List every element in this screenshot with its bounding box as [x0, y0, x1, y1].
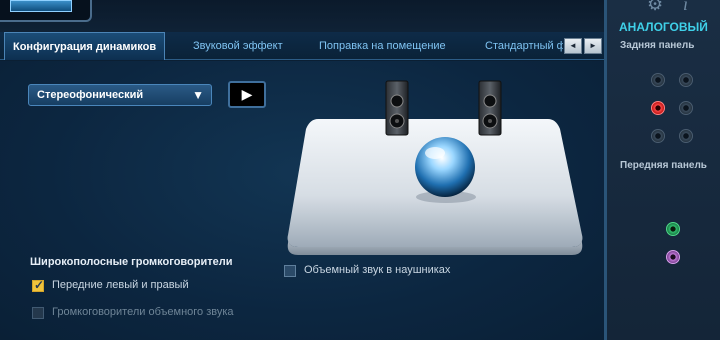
play-icon: ▶	[241, 86, 253, 102]
back-jack-6[interactable]	[679, 129, 693, 143]
tab-scroll-right-button[interactable]: ►	[584, 38, 602, 54]
tab-sound-effect[interactable]: Звуковой эффект	[193, 32, 283, 60]
analog-jack-panel: ⚙ i АНАЛОГОВЫЙ Задняя панель Передняя па…	[607, 0, 720, 340]
left-speaker-icon[interactable]	[385, 80, 409, 136]
tab-room-correction[interactable]: Поправка на помещение	[319, 32, 446, 60]
back-jack-1[interactable]	[651, 73, 665, 87]
play-test-button[interactable]: ▶	[228, 81, 266, 108]
headphone-surround-label: Объемный звук в наушниках	[304, 264, 451, 276]
speaker-config-select[interactable]: Стереофонический ▼	[28, 84, 212, 106]
back-panel-label: Задняя панель	[620, 40, 695, 51]
gear-icon[interactable]: ⚙	[647, 0, 663, 15]
tab-scroll-arrows: ◄ ►	[564, 38, 602, 54]
logo-glow-icon	[10, 0, 72, 12]
wideband-speakers-heading: Широкополосные громкоговорители	[30, 256, 233, 268]
headphone-surround-checkbox-row[interactable]: Объемный звук в наушниках	[284, 264, 484, 279]
back-jack-2[interactable]	[679, 73, 693, 87]
tab-scroll-left-button[interactable]: ◄	[564, 38, 582, 54]
top-strip	[0, 0, 610, 32]
back-jack-4[interactable]	[679, 101, 693, 115]
listener-sphere-icon	[415, 137, 475, 197]
front-lr-checkbox[interactable]	[32, 278, 44, 292]
logo-area	[0, 0, 92, 22]
back-jack-5[interactable]	[651, 129, 665, 143]
tab-bar: Конфигурация динамиков Звуковой эффект П…	[0, 32, 604, 60]
back-jack-red[interactable]	[651, 101, 665, 115]
surround-speakers-checkbox-row[interactable]: Громкоговорители объемного звука	[32, 306, 262, 321]
tab-standard-format[interactable]: Стандартный ф	[485, 32, 563, 60]
front-jack-green[interactable]	[666, 222, 680, 236]
surround-speakers-label: Громкоговорители объемного звука	[52, 306, 234, 318]
front-lr-label: Передние левый и правый	[52, 279, 189, 291]
speaker-stage-visual	[287, 80, 583, 255]
analog-title: АНАЛОГОВЫЙ	[619, 20, 708, 34]
surround-speakers-checkbox[interactable]	[32, 307, 44, 319]
headphone-surround-checkbox[interactable]	[284, 265, 296, 277]
front-jack-purple[interactable]	[666, 250, 680, 264]
chevron-down-icon: ▼	[192, 88, 204, 102]
tab-speaker-config[interactable]: Конфигурация динамиков	[4, 32, 166, 60]
front-panel-label: Передняя панель	[620, 160, 707, 171]
speaker-config-panel: Стереофонический ▼ ▶ Широкополосные гром…	[0, 61, 604, 340]
info-icon[interactable]: i	[683, 0, 688, 15]
speaker-config-value: Стереофонический	[37, 89, 144, 101]
right-speaker-icon[interactable]	[478, 80, 502, 136]
front-lr-checkbox-row[interactable]: Передние левый и правый	[32, 278, 232, 294]
